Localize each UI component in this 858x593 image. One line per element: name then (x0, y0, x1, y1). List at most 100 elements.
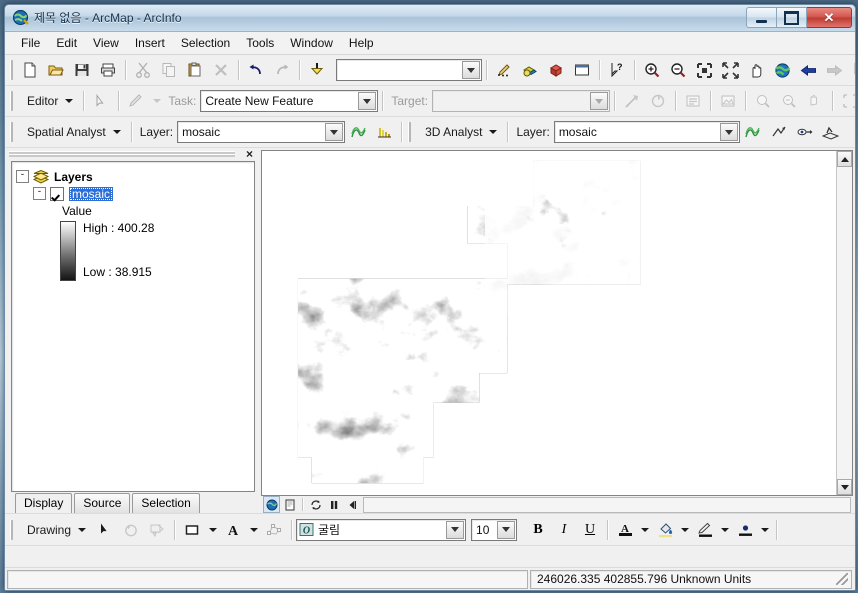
font-color-dropdown-icon[interactable] (638, 517, 652, 542)
layer-name-label[interactable]: mosaic (69, 186, 114, 201)
analyst3d-menu-button[interactable]: 3D Analyst (415, 122, 503, 142)
editor-toolbox-icon[interactable] (491, 58, 517, 83)
font-color-icon[interactable]: A (612, 517, 638, 542)
map-vertical-scrollbar[interactable] (836, 151, 852, 495)
undo-icon[interactable] (243, 58, 269, 83)
select-features-icon[interactable] (847, 58, 855, 83)
menu-file[interactable]: File (13, 33, 48, 53)
menu-help[interactable]: Help (341, 33, 382, 53)
edit-arrow-icon[interactable] (88, 89, 114, 114)
save-icon[interactable] (69, 58, 95, 83)
fill-color-icon[interactable] (652, 517, 678, 542)
midpoint-tool-icon[interactable] (802, 89, 828, 114)
rotate-element-icon[interactable] (118, 517, 144, 542)
resize-grip[interactable] (836, 573, 848, 585)
model-builder-icon[interactable] (543, 58, 569, 83)
scroll-up-button[interactable] (837, 151, 852, 167)
html-popup-icon[interactable] (144, 517, 170, 542)
command-line-icon[interactable] (569, 58, 595, 83)
text-dropdown-icon[interactable] (246, 517, 261, 542)
add-data-icon[interactable] (304, 58, 330, 83)
italic-button[interactable]: I (551, 517, 577, 542)
cut-icon[interactable] (130, 58, 156, 83)
paste-icon[interactable] (182, 58, 208, 83)
back-extent-icon[interactable] (795, 58, 821, 83)
tree-layer-row[interactable]: - mosaic (33, 185, 250, 202)
editor-toolbar-grip[interactable] (10, 91, 13, 111)
map-scale-combo[interactable] (336, 59, 482, 81)
redo-icon[interactable] (269, 58, 295, 83)
drawing-toolbar-grip[interactable] (10, 519, 13, 540)
pan-icon[interactable] (743, 58, 769, 83)
arctoolbox-icon[interactable] (517, 58, 543, 83)
menu-insert[interactable]: Insert (127, 33, 173, 53)
tree-root-row[interactable]: - Layers (16, 168, 250, 185)
steepest-path-icon[interactable] (766, 120, 792, 145)
menu-selection[interactable]: Selection (173, 33, 238, 53)
sketch-dropdown-icon[interactable] (149, 89, 164, 114)
line-of-sight-icon[interactable] (792, 120, 818, 145)
toolbar-grip[interactable] (10, 60, 13, 80)
close-button[interactable]: ✕ (807, 7, 852, 28)
end-point-arc-icon[interactable] (776, 89, 802, 114)
toc-tab-source[interactable]: Source (74, 493, 131, 513)
target-combo-arrow[interactable] (590, 92, 609, 110)
new-text-icon[interactable]: A (220, 517, 246, 542)
map-scale-arrow[interactable] (462, 61, 480, 79)
copy-icon[interactable] (156, 58, 182, 83)
font-combo-arrow[interactable] (446, 520, 465, 539)
drawing-menu-button[interactable]: Drawing (17, 520, 92, 540)
contour-icon[interactable] (740, 120, 766, 145)
a3d-layer-combo-arrow[interactable] (719, 123, 738, 141)
marker-color-dropdown-icon[interactable] (758, 517, 772, 542)
map-horizontal-scrollbar[interactable] (363, 496, 851, 513)
spatial-analyst-menu-button[interactable]: Spatial Analyst (17, 122, 127, 142)
spatial-analyst-grip[interactable] (10, 122, 13, 142)
print-icon[interactable] (95, 58, 121, 83)
rectangle-shape-icon[interactable] (179, 517, 205, 542)
menu-tools[interactable]: Tools (238, 33, 282, 53)
maximize-button[interactable] (777, 7, 807, 28)
open-icon[interactable] (43, 58, 69, 83)
sketch-properties-icon[interactable] (715, 89, 741, 114)
intersection-tool-icon[interactable] (837, 89, 855, 114)
refresh-view-icon[interactable] (307, 496, 324, 513)
layout-view-icon[interactable] (281, 496, 298, 513)
zoom-in-icon[interactable] (639, 58, 665, 83)
task-combo-arrow[interactable] (358, 92, 377, 110)
trace-tool-icon[interactable] (750, 89, 776, 114)
histogram-yellow-icon[interactable] (371, 120, 397, 145)
menu-view[interactable]: View (85, 33, 127, 53)
scroll-down-button[interactable] (837, 479, 852, 495)
attributes-icon[interactable] (680, 89, 706, 114)
split-tool-icon[interactable] (619, 89, 645, 114)
sketch-pencil-icon[interactable] (123, 89, 149, 114)
sa-layer-combo[interactable]: mosaic (177, 121, 346, 143)
toc-tab-display[interactable]: Display (15, 493, 73, 514)
sa-layer-combo-arrow[interactable] (325, 123, 344, 141)
scroll-left-icon[interactable] (343, 496, 360, 513)
histogram-green-icon[interactable] (345, 120, 371, 145)
toc-panel[interactable]: - Layers - mosaic Value High: 400.28 Lo… (11, 161, 255, 492)
root-expander[interactable]: - (16, 170, 29, 183)
task-combo[interactable]: Create New Feature (200, 90, 379, 112)
select-elements-icon[interactable] (92, 517, 118, 542)
whats-this-icon[interactable]: ? (604, 58, 630, 83)
profile-graph-icon[interactable] (818, 120, 844, 145)
bold-button[interactable]: B (525, 517, 551, 542)
forward-extent-icon[interactable] (821, 58, 847, 83)
delete-icon[interactable] (208, 58, 234, 83)
a3d-layer-combo[interactable]: mosaic (553, 121, 740, 143)
fill-color-dropdown-icon[interactable] (678, 517, 692, 542)
font-size-combo[interactable]: 10 (471, 518, 518, 541)
shape-dropdown-icon[interactable] (205, 517, 220, 542)
underline-button[interactable]: U (577, 517, 603, 542)
map-canvas[interactable] (262, 151, 836, 495)
editor-menu-button[interactable]: Editor (17, 91, 79, 111)
menu-edit[interactable]: Edit (48, 33, 85, 53)
analyst3d-grip[interactable] (408, 122, 412, 142)
data-view-icon[interactable] (263, 496, 280, 513)
font-combo[interactable]: O 굴림 (296, 518, 467, 541)
target-combo[interactable] (432, 90, 611, 112)
fixed-zoom-in-icon[interactable] (691, 58, 717, 83)
